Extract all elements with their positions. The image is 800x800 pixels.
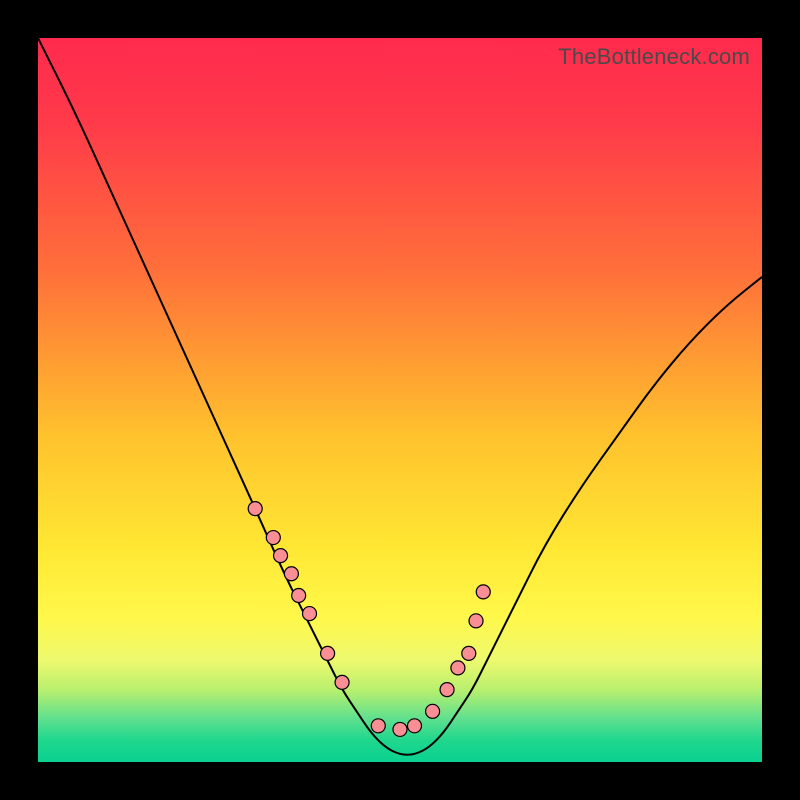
marker-point	[248, 502, 262, 516]
marker-point	[321, 646, 335, 660]
highlighted-points	[248, 502, 490, 737]
marker-point	[284, 567, 298, 581]
marker-point	[335, 675, 349, 689]
marker-point	[451, 661, 465, 675]
plot-area: TheBottleneck.com	[38, 38, 762, 762]
marker-point	[407, 719, 421, 733]
marker-point	[476, 585, 490, 599]
bottleneck-curve	[38, 38, 762, 755]
marker-point	[266, 531, 280, 545]
chart-frame: TheBottleneck.com	[0, 0, 800, 800]
marker-point	[274, 549, 288, 563]
marker-point	[303, 607, 317, 621]
marker-point	[440, 683, 454, 697]
marker-point	[462, 646, 476, 660]
marker-point	[393, 722, 407, 736]
bottleneck-chart	[38, 38, 762, 762]
marker-point	[426, 704, 440, 718]
marker-point	[469, 614, 483, 628]
marker-point	[371, 719, 385, 733]
marker-point	[292, 588, 306, 602]
